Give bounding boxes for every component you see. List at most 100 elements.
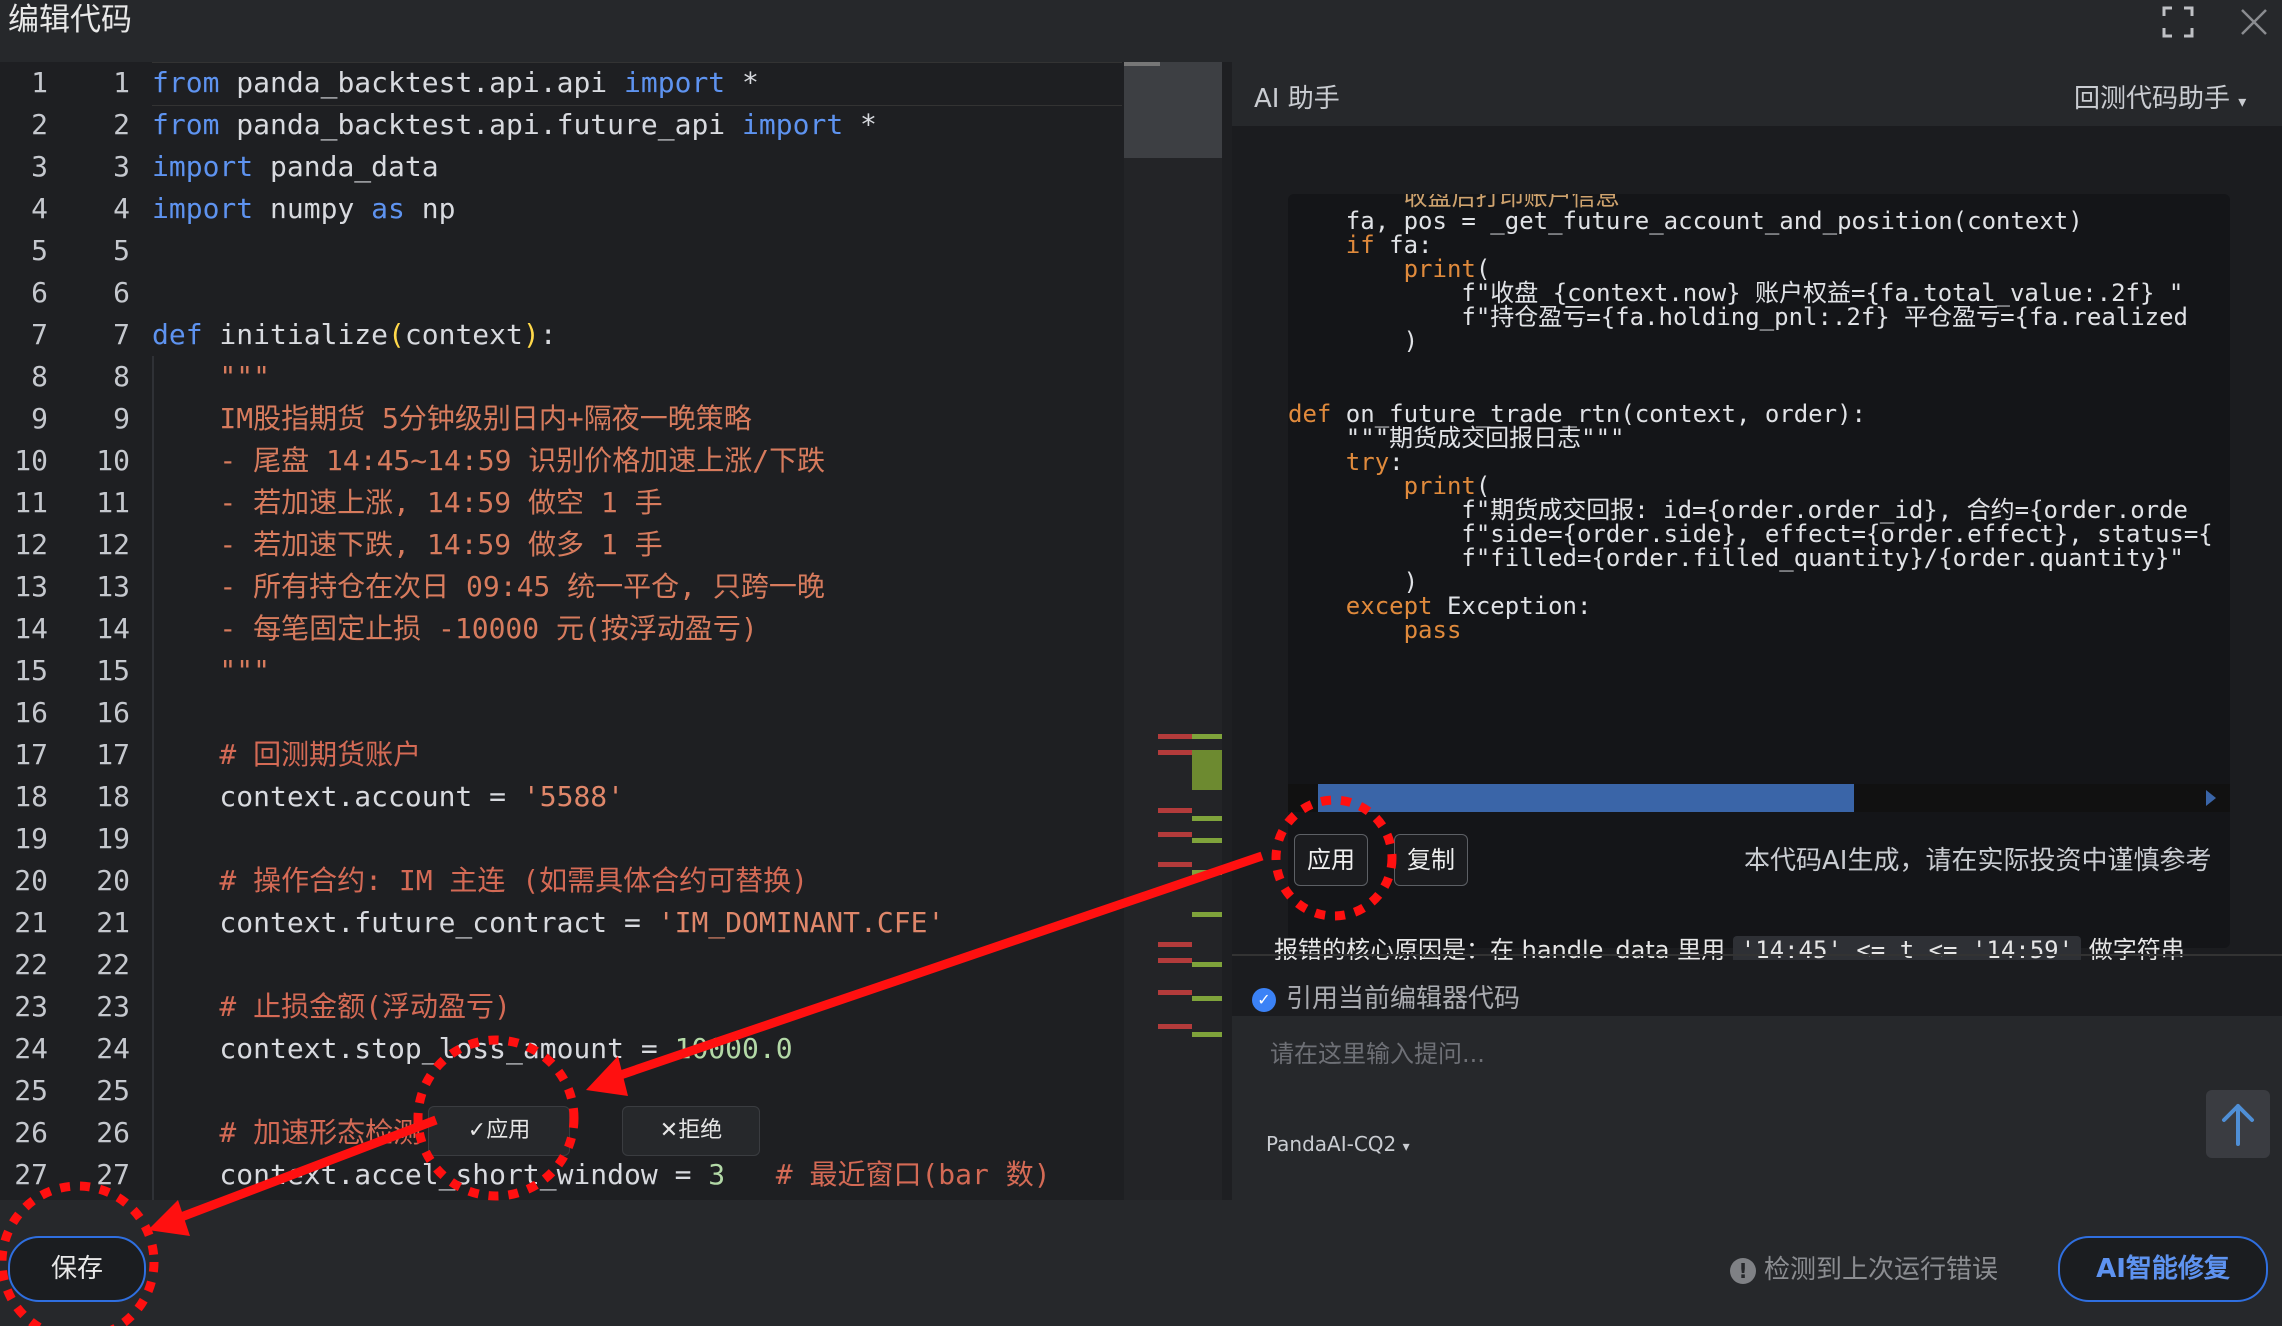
line-number: 14 bbox=[14, 612, 48, 645]
line-number: 26 bbox=[96, 1116, 130, 1149]
chevron-down-icon: ▾ bbox=[1402, 1139, 1410, 1155]
chat-messages[interactable]: 收盘后打印账户信息 fa, pos = _get_future_account_… bbox=[1232, 126, 2282, 1016]
ai-fix-button[interactable]: AI智能修复 bbox=[2058, 1236, 2268, 1302]
line-number: 3 bbox=[31, 150, 48, 183]
code-line: - 尾盘 14:45~14:59 识别价格加速上涨/下跌 bbox=[152, 444, 826, 477]
close-icon[interactable] bbox=[2236, 4, 2272, 40]
line-number: 10 bbox=[14, 444, 48, 477]
line-number: 16 bbox=[14, 696, 48, 729]
code-line: pass bbox=[1403, 616, 1462, 644]
line-number: 18 bbox=[96, 780, 130, 813]
info-icon: ! bbox=[1730, 1257, 1756, 1284]
line-number: 21 bbox=[14, 906, 48, 939]
line-number: 25 bbox=[96, 1074, 130, 1107]
send-button[interactable] bbox=[2206, 1090, 2270, 1158]
line-number: 4 bbox=[113, 192, 130, 225]
inline-code: '14:45' <= t <= '14:59' bbox=[1732, 936, 2082, 960]
editor-scrollbar-thumb[interactable] bbox=[1124, 62, 1222, 158]
diff-marker bbox=[1158, 734, 1192, 739]
error-notice-text: 检测到上次运行错误 bbox=[1764, 1255, 1999, 1285]
arrow-up-icon bbox=[2222, 1104, 2254, 1146]
code-line: # 止损金额(浮动盈亏) bbox=[152, 990, 511, 1023]
line-number: 17 bbox=[14, 738, 48, 771]
code-line: context.accel_short_window = 3 # 最近窗口(ba… bbox=[152, 1158, 1051, 1191]
code-line: def initialize(context): bbox=[152, 318, 557, 351]
prompt-input[interactable] bbox=[1268, 1028, 2072, 1080]
line-number: 6 bbox=[113, 276, 130, 309]
diff-marker bbox=[1192, 962, 1222, 967]
diff-marker bbox=[1158, 750, 1192, 755]
line-number: 9 bbox=[31, 402, 48, 435]
code-line: - 若加速上涨, 14:59 做空 1 手 bbox=[152, 486, 663, 519]
error-notice: ! 检测到上次运行错误 bbox=[1730, 1250, 1998, 1290]
code-line: import numpy as np bbox=[152, 192, 456, 225]
assistant-select[interactable]: 回测代码助手 ▾ bbox=[2074, 78, 2246, 115]
scroll-right-icon[interactable] bbox=[2206, 790, 2216, 806]
line-number: 13 bbox=[14, 570, 48, 603]
line-number: 7 bbox=[113, 318, 130, 351]
line-number: 7 bbox=[31, 318, 48, 351]
message-text: 做字符串 bbox=[2081, 936, 2185, 960]
line-number: 2 bbox=[113, 108, 130, 141]
window-title: 编辑代码 bbox=[8, 2, 132, 38]
code-line: # 回测期货账户 bbox=[152, 738, 422, 771]
code-line: context.account = '5588' bbox=[152, 780, 625, 813]
diff-marker bbox=[1158, 958, 1192, 963]
line-number: 20 bbox=[14, 864, 48, 897]
line-number: 24 bbox=[96, 1032, 130, 1065]
code-editor[interactable]: 1 2 3 4 5 6 7 8 9 10 11 12 13 14 15 16 17 18 19 20 21 22 23 24 2… bbox=[0, 62, 1222, 1200]
line-number: 8 bbox=[31, 360, 48, 393]
divider bbox=[1232, 954, 2282, 956]
line-number: 15 bbox=[96, 654, 130, 687]
line-number: 2 bbox=[31, 108, 48, 141]
line-number: 18 bbox=[14, 780, 48, 813]
inline-apply-button[interactable]: ✓应用 bbox=[428, 1106, 570, 1156]
line-number: 27 bbox=[14, 1158, 48, 1191]
reference-editor-checkbox[interactable]: ✓ 引用当前编辑器代码 bbox=[1252, 978, 1520, 1015]
ai-disclaimer: 本代码AI生成，请在实际投资中谨慎参考 bbox=[1744, 846, 2212, 876]
inline-reject-button[interactable]: ✕拒绝 bbox=[622, 1106, 760, 1156]
code-line: - 若加速下跌, 14:59 做多 1 手 bbox=[152, 528, 663, 561]
line-number: 4 bbox=[31, 192, 48, 225]
line-number: 19 bbox=[96, 822, 130, 855]
code-hscrollbar-thumb[interactable] bbox=[1318, 784, 1854, 812]
fullscreen-icon[interactable] bbox=[2160, 4, 2196, 40]
code-line: context.future_contract = 'IM_DOMINANT.C… bbox=[152, 906, 945, 939]
copy-code-button[interactable]: 复制 bbox=[1394, 834, 1468, 886]
code-line: from panda_backtest.api.future_api impor… bbox=[152, 108, 877, 141]
code-line: """ bbox=[152, 360, 271, 393]
diff-marker bbox=[1192, 734, 1222, 739]
editor-scrollbar-marker bbox=[1124, 62, 1160, 66]
line-number: 22 bbox=[14, 948, 48, 981]
line-number: 19 bbox=[14, 822, 48, 855]
diff-marker bbox=[1158, 808, 1192, 813]
code-line: # 操作合约: IM 主连 (如需具体合约可替换) bbox=[152, 864, 809, 897]
apply-code-button[interactable]: 应用 bbox=[1294, 834, 1368, 886]
line-number: 14 bbox=[96, 612, 130, 645]
line-number: 1 bbox=[31, 66, 48, 99]
line-number: 17 bbox=[96, 738, 130, 771]
code-line: f"持仓盈亏={fa.holding_pnl:.2f} 平仓盈亏={fa.rea… bbox=[1288, 303, 2189, 331]
model-select[interactable]: PandaAI-CQ2 ▾ bbox=[1266, 1132, 1410, 1156]
reference-editor-label: 引用当前编辑器代码 bbox=[1286, 984, 1521, 1014]
line-number: 5 bbox=[31, 234, 48, 267]
line-number: 11 bbox=[96, 486, 130, 519]
code-line: ) bbox=[1288, 327, 1419, 355]
line-number: 8 bbox=[113, 360, 130, 393]
line-number: 25 bbox=[14, 1074, 48, 1107]
diff-marker bbox=[1192, 870, 1222, 875]
save-button[interactable]: 保存 bbox=[8, 1236, 146, 1302]
line-number: 23 bbox=[96, 990, 130, 1023]
line-number: 24 bbox=[14, 1032, 48, 1065]
diff-marker bbox=[1192, 1032, 1222, 1037]
editor-scrollbar[interactable] bbox=[1124, 62, 1222, 1200]
code-line: f"filled={order.filled_quantity}/{order.… bbox=[1288, 544, 2184, 572]
diff-marker bbox=[1158, 832, 1192, 837]
line-number: 27 bbox=[96, 1158, 130, 1191]
model-select-label: PandaAI-CQ2 bbox=[1266, 1132, 1397, 1156]
line-number: 13 bbox=[96, 570, 130, 603]
diff-marker bbox=[1158, 862, 1192, 867]
line-number: 5 bbox=[113, 234, 130, 267]
code-line: - 所有持仓在次日 09:45 统一平仓, 只跨一晚 bbox=[152, 570, 825, 603]
message-text: 报错的核心原因是：在 handle_data 里用 bbox=[1274, 936, 1733, 960]
